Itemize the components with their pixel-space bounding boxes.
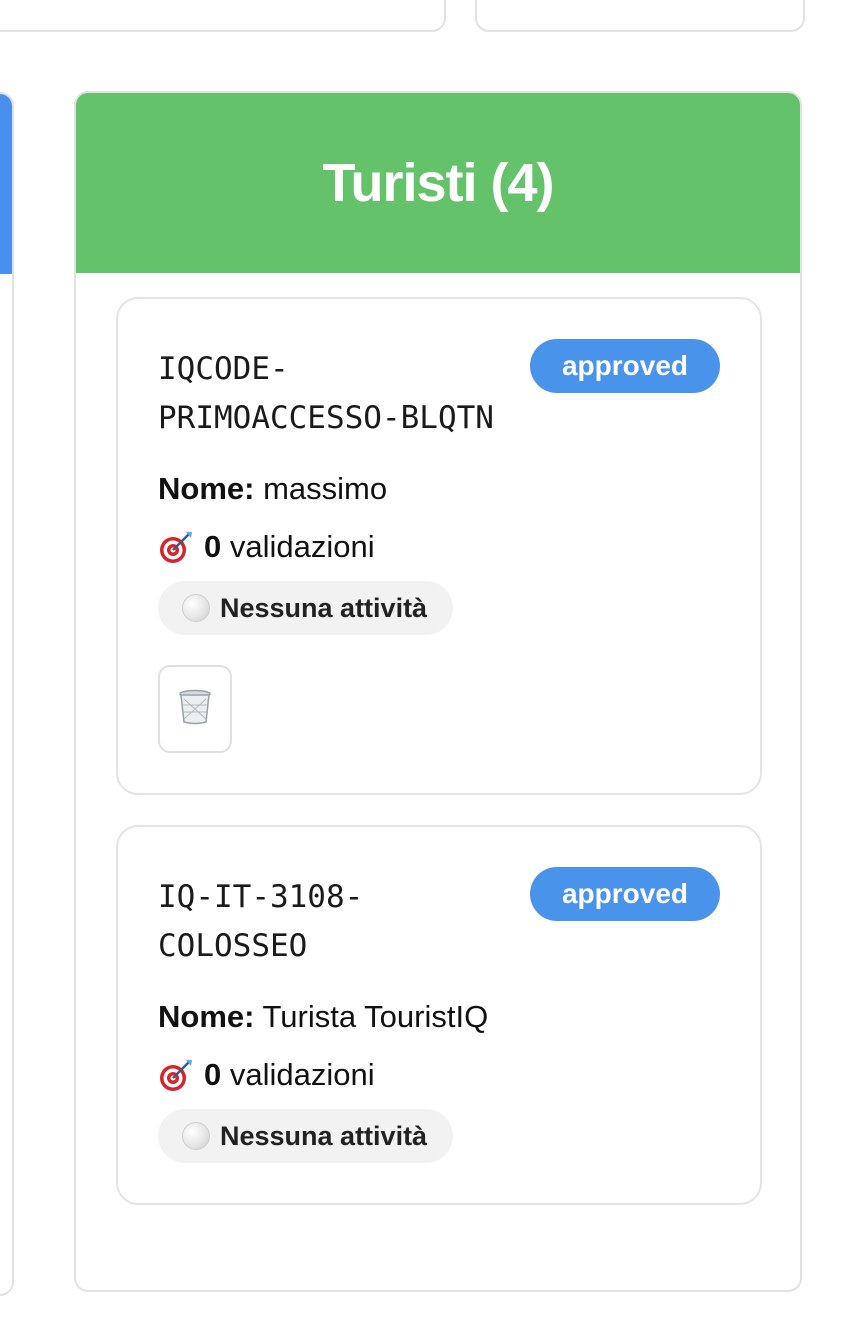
validations-row: 0 validazioni (158, 1055, 720, 1095)
delete-button[interactable] (158, 665, 232, 753)
tourists-panel-header: Turisti (4) (76, 93, 800, 273)
tourist-name: massimo (263, 471, 388, 506)
validations-label: validazioni (229, 529, 375, 564)
validations-row: 0 validazioni (158, 527, 720, 567)
tourists-panel: Turisti (4) IQCODE-PRIMOACCESSO-BLQTN ap… (74, 91, 802, 1292)
target-icon (158, 529, 194, 565)
activity-status: Nessuna attività (158, 581, 454, 635)
status-badge: approved (530, 339, 720, 393)
activity-label: Nessuna attività (220, 1120, 428, 1151)
tourist-name-row: Nome: massimo (158, 469, 720, 509)
target-icon (158, 1057, 194, 1093)
activity-label: Nessuna attività (220, 592, 428, 623)
tourist-name-row: Nome: Turista TouristIQ (158, 997, 720, 1037)
validations-label: validazioni (229, 1057, 375, 1092)
name-label: Nome: (158, 471, 255, 506)
tourist-name: Turista TouristIQ (262, 999, 489, 1034)
tourist-card: IQCODE-PRIMOACCESSO-BLQTN approved Nome:… (116, 297, 762, 795)
activity-status: Nessuna attività (158, 1109, 454, 1163)
white-circle-icon (182, 594, 210, 622)
validations-count: 0 (204, 1057, 222, 1092)
top-card-left (0, 0, 446, 32)
trash-icon (178, 689, 212, 730)
tourist-list[interactable]: IQCODE-PRIMOACCESSO-BLQTN approved Nome:… (116, 297, 762, 1232)
white-circle-icon (182, 1122, 210, 1150)
validations-count: 0 (204, 529, 222, 564)
left-panel (0, 92, 14, 1296)
tourist-code: IQ-IT-3108-COLOSSEO (158, 879, 364, 964)
status-badge: approved (530, 867, 720, 921)
left-panel-header (0, 94, 12, 274)
tourist-card: IQ-IT-3108-COLOSSEO approved Nome: Turis… (116, 825, 762, 1205)
top-card-right (475, 0, 805, 32)
name-label: Nome: (158, 999, 255, 1034)
tourist-code: IQCODE-PRIMOACCESSO-BLQTN (158, 351, 494, 436)
tourists-panel-title: Turisti (4) (322, 153, 555, 213)
